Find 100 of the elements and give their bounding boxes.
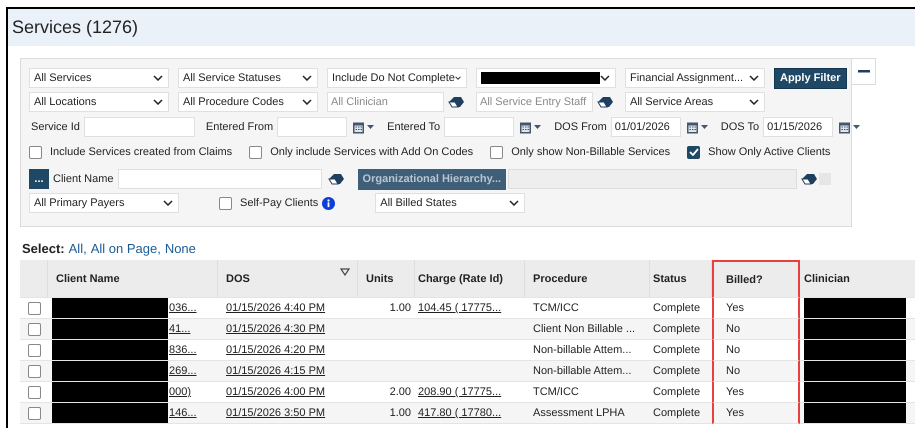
input-field[interactable] bbox=[444, 117, 514, 137]
dropdown[interactable]: All Procedure Codes bbox=[178, 92, 318, 112]
dropdown[interactable]: Financial Assignment... bbox=[625, 68, 765, 88]
table-cell: TCM/ICC bbox=[533, 386, 579, 398]
input-field[interactable] bbox=[84, 117, 195, 137]
table-cell: No bbox=[726, 344, 740, 356]
checkbox[interactable] bbox=[687, 146, 700, 158]
collapse-button[interactable] bbox=[852, 58, 876, 85]
table-cell: No bbox=[726, 365, 740, 377]
table-link[interactable]: 01/15/2026 4:00 PM bbox=[226, 386, 326, 398]
row-checkbox[interactable] bbox=[28, 302, 40, 314]
table-link[interactable]: 01/15/2026 3:50 PM bbox=[226, 407, 326, 419]
table-cell: 1.00 bbox=[390, 302, 411, 314]
client-link[interactable]: 836... bbox=[169, 344, 197, 356]
client-link[interactable]: 036... bbox=[169, 302, 197, 314]
column-label: Clinician bbox=[804, 272, 850, 284]
eraser-icon[interactable] bbox=[597, 96, 613, 108]
field-label: DOS From bbox=[554, 121, 607, 133]
input-field[interactable]: 01/15/2026 bbox=[763, 117, 834, 137]
checkbox[interactable] bbox=[490, 146, 504, 158]
dropdown[interactable]: All Service Areas bbox=[625, 92, 765, 112]
table-link[interactable]: 208.90 ( 17775... bbox=[418, 386, 502, 398]
table-link[interactable]: 01/15/2026 4:15 PM bbox=[226, 365, 326, 377]
table-link[interactable]: 01/15/2026 4:30 PM bbox=[226, 323, 326, 335]
checkbox[interactable] bbox=[249, 146, 262, 158]
client-link[interactable]: 269... bbox=[169, 365, 197, 377]
dropdown-value: All Procedure Codes bbox=[183, 96, 284, 108]
table-cell: Assessment LPHA bbox=[533, 407, 625, 419]
table-link[interactable]: 01/15/2026 4:40 PM bbox=[226, 302, 326, 314]
table-cell: Non-billable Attem... bbox=[533, 344, 632, 356]
field-label: Entered To bbox=[387, 121, 440, 133]
field-label: Client Name bbox=[53, 173, 114, 185]
field-label: DOS To bbox=[720, 121, 760, 133]
table-link[interactable]: 01/15/2026 4:20 PM bbox=[226, 344, 326, 356]
dropdown[interactable]: All Primary Payers bbox=[29, 193, 179, 213]
calendar-dropdown-icon[interactable] bbox=[838, 120, 862, 134]
browse-button[interactable]: ... bbox=[29, 169, 49, 189]
row-checkbox[interactable] bbox=[28, 322, 40, 336]
input-field[interactable]: All Service Entry Staff bbox=[476, 92, 593, 112]
input-field[interactable]: All Clinician bbox=[327, 92, 444, 112]
apply-filter-button[interactable]: Apply Filter bbox=[774, 68, 847, 88]
chevron-down-icon bbox=[749, 99, 759, 105]
table-cell: Client Non Billable ... bbox=[533, 323, 636, 335]
dropdown-value: All Billed States bbox=[380, 197, 457, 209]
dropdown[interactable] bbox=[476, 68, 616, 88]
column-label: Status bbox=[653, 272, 687, 284]
row-checkbox[interactable] bbox=[28, 364, 40, 378]
dropdown-value: All Locations bbox=[34, 96, 96, 108]
calendar-dropdown-icon[interactable] bbox=[686, 120, 710, 134]
calendar-dropdown-icon[interactable] bbox=[519, 120, 544, 134]
chevron-down-icon bbox=[454, 75, 461, 81]
calendar-dropdown-icon[interactable] bbox=[352, 120, 376, 134]
checkbox-label: Show Only Active Clients bbox=[708, 146, 830, 158]
checkbox[interactable] bbox=[219, 196, 232, 210]
table-cell: Complete bbox=[653, 344, 700, 356]
dropdown[interactable]: All Billed States bbox=[375, 193, 526, 213]
table-link[interactable]: 104.45 ( 17775... bbox=[418, 302, 502, 314]
chevron-down-icon bbox=[600, 75, 610, 81]
chevron-down-icon bbox=[163, 200, 173, 206]
dropdown-value: All Primary Payers bbox=[34, 197, 124, 209]
row-checkbox[interactable] bbox=[28, 406, 40, 420]
table-cell: Non-billable Attem... bbox=[533, 365, 632, 377]
table-cell: 1.00 bbox=[390, 407, 411, 419]
client-link[interactable]: 000) bbox=[169, 386, 192, 398]
info-icon[interactable] bbox=[322, 196, 336, 210]
eraser-icon[interactable] bbox=[448, 96, 464, 108]
sort-icon[interactable] bbox=[340, 268, 350, 276]
dropdown[interactable]: All Locations bbox=[29, 92, 169, 112]
row-checkbox[interactable] bbox=[28, 386, 40, 398]
dropdown-value: Include Do Not Complete bbox=[332, 72, 455, 84]
dropdown[interactable]: Include Do Not Complete bbox=[327, 68, 467, 88]
select-link[interactable]: All on Page, bbox=[90, 241, 161, 256]
table-cell: Yes bbox=[726, 302, 744, 314]
client-link[interactable]: 41... bbox=[169, 323, 190, 335]
column-label: Billed? bbox=[726, 274, 763, 286]
input-field[interactable] bbox=[277, 117, 348, 137]
eraser-icon[interactable] bbox=[328, 173, 344, 185]
checkbox-label: Self-Pay Clients bbox=[240, 197, 318, 209]
column-label: Procedure bbox=[533, 272, 588, 284]
eraser-icon[interactable] bbox=[801, 173, 818, 185]
dropdown-value: All Service Areas bbox=[630, 96, 714, 108]
select-link[interactable]: All, bbox=[68, 241, 87, 256]
column-label: Client Name bbox=[56, 272, 120, 284]
row-checkbox[interactable] bbox=[28, 344, 40, 356]
input-field[interactable] bbox=[118, 169, 322, 189]
table-cell: No bbox=[726, 323, 740, 335]
table-link[interactable]: 417.80 ( 17780... bbox=[418, 407, 502, 419]
client-link[interactable]: 146... bbox=[169, 407, 197, 419]
select-link[interactable]: None bbox=[164, 241, 196, 256]
chevron-down-icon bbox=[302, 75, 312, 81]
table-cell: Complete bbox=[653, 386, 700, 398]
dropdown[interactable]: All Services bbox=[29, 68, 169, 88]
chevron-down-icon bbox=[749, 75, 759, 81]
chevron-down-icon bbox=[509, 200, 520, 206]
input-field[interactable]: 01/01/2026 bbox=[610, 117, 681, 137]
column-label: DOS bbox=[226, 272, 250, 284]
table-cell: Yes bbox=[726, 386, 744, 398]
dropdown[interactable]: All Service Statuses bbox=[178, 68, 318, 88]
chevron-down-icon bbox=[153, 75, 163, 81]
checkbox[interactable] bbox=[29, 146, 42, 158]
